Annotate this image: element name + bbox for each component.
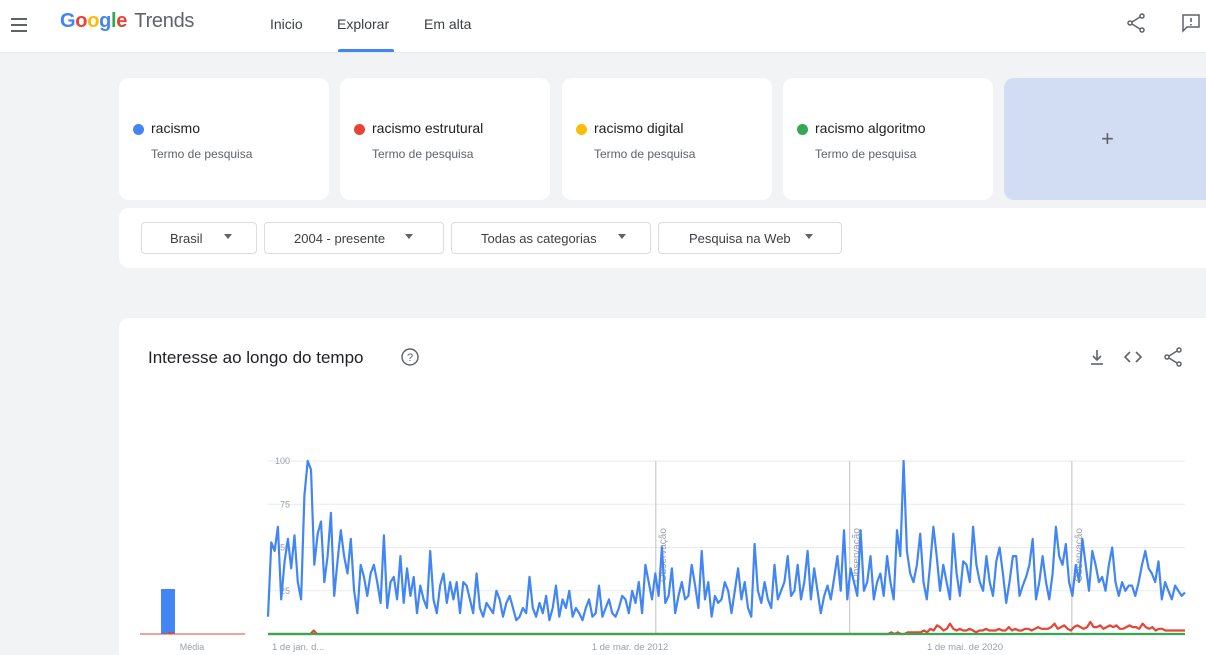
term-color-dot [797, 124, 808, 135]
chevron-down-icon [405, 234, 413, 239]
svg-text:?: ? [407, 352, 413, 364]
term-color-dot [354, 124, 365, 135]
logo-letter: o [75, 10, 88, 32]
active-tab-indicator [338, 49, 394, 52]
search-type-select[interactable]: Pesquisa na Web [658, 222, 842, 254]
term-name[interactable]: racismo algoritmo [815, 120, 925, 136]
logo-letter: o [87, 10, 100, 32]
chevron-down-icon [618, 234, 626, 239]
menu-icon[interactable] [11, 18, 27, 32]
term-color-dot [576, 124, 587, 135]
term-card-2[interactable]: racismo estrutural Termo de pesquisa [340, 78, 550, 200]
term-name[interactable]: racismo digital [594, 120, 683, 136]
period-value: 2004 - presente [294, 231, 386, 246]
category-select[interactable]: Todas as categorias [451, 222, 651, 254]
share-icon[interactable] [1162, 346, 1184, 368]
google-trends-logo[interactable]: Google Trends [60, 10, 194, 33]
term-type: Termo de pesquisa [815, 147, 917, 161]
chart-section-title: Interesse ao longo do tempo [148, 348, 364, 367]
chevron-down-icon [224, 234, 232, 239]
term-color-dot [133, 124, 144, 135]
term-type: Termo de pesquisa [372, 147, 474, 161]
embed-icon[interactable] [1122, 346, 1144, 368]
search-type-value: Pesquisa na Web [689, 231, 791, 246]
feedback-icon[interactable] [1180, 12, 1202, 34]
nav-em-alta[interactable]: Em alta [424, 16, 471, 32]
region-value: Brasil [170, 231, 203, 246]
term-name[interactable]: racismo estrutural [372, 120, 483, 136]
logo-letter: g [99, 10, 112, 32]
add-icon: + [1101, 126, 1114, 151]
term-name[interactable]: racismo [151, 120, 200, 136]
logo-google: Google [60, 10, 132, 32]
nav-explorar[interactable]: Explorar [337, 16, 389, 32]
term-type: Termo de pesquisa [594, 147, 696, 161]
filter-bar: Brasil 2004 - presente Todas as categori… [119, 208, 1206, 268]
period-select[interactable]: 2004 - presente [264, 222, 444, 254]
logo-letter: e [116, 10, 128, 32]
term-type: Termo de pesquisa [151, 147, 253, 161]
interest-over-time-card: Interesse ao longo do tempo ? [119, 318, 1206, 655]
download-icon[interactable] [1086, 346, 1108, 368]
chevron-down-icon [805, 234, 813, 239]
share-icon[interactable] [1125, 12, 1147, 34]
term-card-3[interactable]: racismo digital Termo de pesquisa [562, 78, 772, 200]
help-icon[interactable]: ? [399, 346, 421, 368]
logo-letter: G [60, 10, 76, 32]
term-card-1[interactable]: racismo Termo de pesquisa [119, 78, 329, 200]
term-card-4[interactable]: racismo algoritmo Termo de pesquisa [783, 78, 993, 200]
category-value: Todas as categorias [481, 231, 597, 246]
nav-inicio[interactable]: Inicio [270, 16, 303, 32]
region-select[interactable]: Brasil [141, 222, 257, 254]
add-comparison-button[interactable]: + [1004, 78, 1206, 200]
logo-trends: Trends [134, 10, 195, 32]
top-app-bar: Google Trends Inicio Explorar Em alta [0, 0, 1206, 53]
